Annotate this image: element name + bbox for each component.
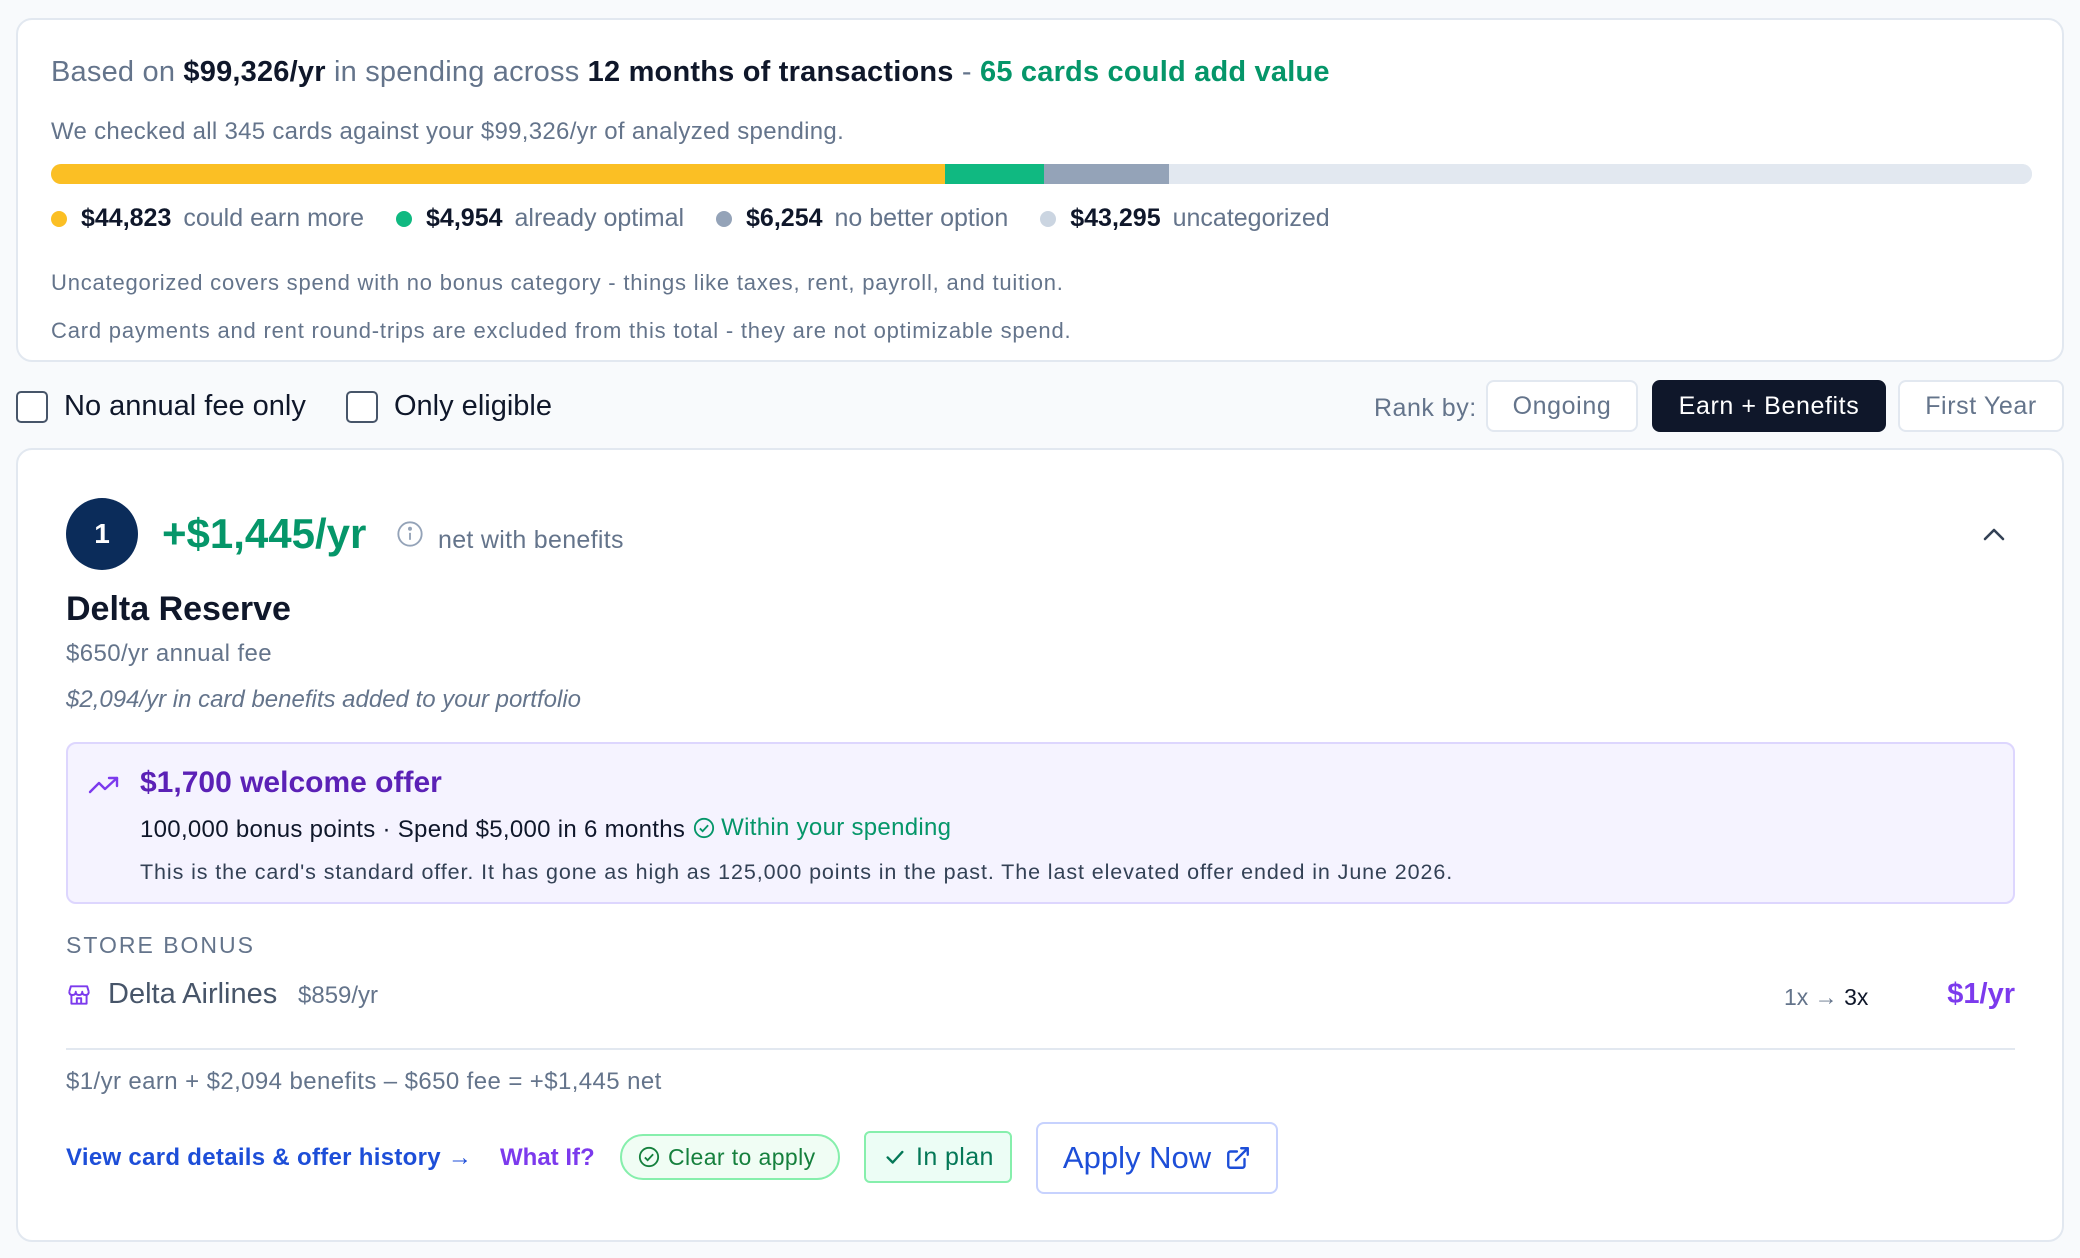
store-icon [66, 982, 92, 1013]
headline-mid: in spending across [325, 56, 588, 88]
checkbox-box[interactable] [346, 390, 378, 423]
clear-to-apply-badge: Clear to apply [620, 1134, 840, 1180]
only-eligible-checkbox[interactable]: Only eligible [346, 390, 552, 423]
card-name: Delta Reserve [66, 590, 291, 628]
chevron-up-icon[interactable] [1980, 524, 2008, 549]
uncategorized-note: Uncategorized covers spend with no bonus… [51, 270, 1064, 295]
headline-months: 12 months of transactions [587, 56, 954, 88]
legend-amount: $44,823 [81, 204, 172, 232]
legend-amount: $6,254 [746, 204, 823, 232]
summary-headline: Based on $99,326/yr in spending across 1… [51, 56, 1330, 89]
checked-text: We checked all 345 cards against your $9… [51, 118, 845, 145]
welcome-offer-title: $1,700 welcome offer [140, 766, 442, 799]
legend-dot [51, 210, 67, 227]
net-formula: $1/yr earn + $2,094 benefits – $650 fee … [66, 1068, 662, 1095]
legend-label: already optimal [514, 204, 685, 232]
external-link-icon [1227, 1147, 1250, 1169]
multiplier-to: 3x [1844, 984, 1869, 1010]
welcome-offer-box: $1,700 welcome offer 100,000 bonus point… [66, 742, 2015, 904]
legend-label: uncategorized [1172, 204, 1330, 232]
annual-fee: $650/yr annual fee [66, 640, 273, 667]
rank-by-label: Rank by: [1374, 394, 1477, 422]
clear-to-apply-label: Clear to apply [668, 1143, 816, 1170]
divider [66, 1048, 2015, 1050]
rank-ongoing-button[interactable]: Ongoing [1486, 380, 1638, 432]
net-value: +$1,445/yr [162, 510, 367, 557]
rank-first-year-button[interactable]: First Year [1898, 380, 2064, 432]
within-spending-label: Within your spending [721, 814, 952, 841]
rank-earn-benefits-button[interactable]: Earn + Benefits [1652, 380, 1886, 432]
filter-bar: No annual fee only Only eligible Rank by… [16, 378, 2064, 434]
only-eligible-label: Only eligible [394, 390, 552, 422]
headline-cards-count: 65 cards could add value [980, 56, 1330, 88]
headline-dash: - [953, 56, 980, 88]
no-annual-fee-checkbox[interactable]: No annual fee only [16, 390, 306, 423]
info-icon[interactable] [396, 520, 424, 553]
legend-dot [396, 210, 413, 227]
card-recommendation: 1 +$1,445/yr net with benefits Delta Res… [16, 448, 2064, 1242]
spending-legend: $44,823 could earn more $4,954 already opti… [51, 204, 1362, 233]
offer-details-text: 100,000 bonus points · Spend $5,000 in 6… [140, 816, 686, 843]
check-icon [886, 1150, 904, 1164]
within-spending-badge: Within your spending [693, 814, 951, 842]
store-bonus-heading: STORE BONUS [66, 932, 255, 958]
offer-details: 100,000 bonus points · Spend $5,000 in 6… [140, 814, 951, 844]
bar-segment [945, 164, 1044, 184]
legend-dot [716, 210, 733, 227]
legend-amount: $4,954 [426, 204, 503, 232]
net-label: net with benefits [438, 526, 624, 554]
multiplier-from: 1x → [1784, 984, 1838, 1010]
in-plan-button[interactable]: In plan [864, 1131, 1012, 1183]
store-bonus-row: Delta Airlines $859/yr 1x → 3x $1/yr [66, 976, 2015, 1016]
legend-label: could earn more [183, 204, 365, 232]
legend-dot [1040, 210, 1057, 227]
store-value: $1/yr [1947, 978, 2015, 1010]
multiplier: 1x → 3x [1784, 984, 1868, 1011]
legend-item: $4,954 already optimal [396, 204, 684, 233]
rank-badge: 1 [66, 498, 138, 570]
apply-now-button[interactable]: Apply Now [1036, 1122, 1278, 1194]
spending-summary-panel: Based on $99,326/yr in spending across 1… [16, 18, 2064, 362]
spending-breakdown-bar [51, 164, 2032, 184]
legend-item: $43,295 uncategorized [1040, 204, 1330, 233]
headline-prefix: Based on [51, 56, 184, 88]
bar-segment [1168, 164, 2032, 184]
headline-spend: $99,326/yr [183, 56, 326, 88]
legend-label: no better option [834, 204, 1009, 232]
bar-segment [51, 164, 946, 184]
benefits-text: $2,094/yr in card benefits added to your… [66, 686, 581, 713]
offer-history-text: This is the card's standard offer. It ha… [140, 860, 1454, 884]
store-name: Delta Airlines [108, 978, 278, 1010]
legend-item: $44,823 could earn more [51, 204, 364, 233]
apply-now-label: Apply Now [1062, 1140, 1212, 1175]
bar-segment [1043, 164, 1169, 184]
card-actions: View card details & offer history → What… [66, 1122, 1966, 1194]
legend-item: $6,254 no better option [716, 204, 1008, 233]
no-annual-fee-label: No annual fee only [64, 390, 306, 422]
what-if-link[interactable]: What If? [500, 1144, 595, 1172]
trending-up-icon [88, 774, 120, 801]
excluded-note: Card payments and rent round-trips are e… [51, 318, 1072, 343]
check-circle-icon [694, 817, 715, 839]
checkbox-box[interactable] [16, 390, 48, 423]
store-spend: $859/yr [298, 982, 379, 1009]
in-plan-label: In plan [916, 1142, 994, 1171]
legend-amount: $43,295 [1070, 204, 1161, 232]
check-circle-icon [638, 1146, 660, 1168]
view-details-link[interactable]: View card details & offer history → [66, 1144, 472, 1172]
